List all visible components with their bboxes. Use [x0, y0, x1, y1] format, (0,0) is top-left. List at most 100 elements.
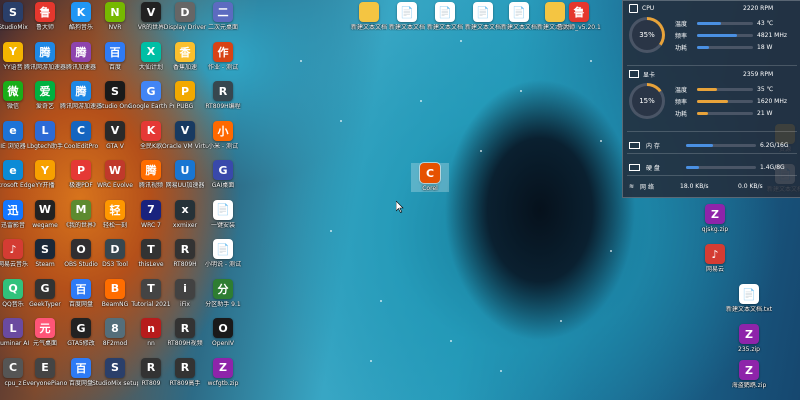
- cpu-title: CPU: [642, 4, 655, 12]
- metric-bar: [697, 99, 753, 103]
- desktop-icon-57[interactable]: i iFix: [166, 278, 204, 308]
- app-icon: G: [141, 81, 161, 101]
- desktop-icon-62[interactable]: R RT809H编程: [204, 81, 242, 110]
- right-icon-7[interactable]: Z 海盗鹦鹉.zip: [730, 360, 768, 389]
- app-icon: T: [141, 239, 161, 259]
- app-icon: L: [3, 318, 23, 338]
- top-file-icon-2[interactable]: 📄 新建文本文档: [426, 2, 464, 31]
- top-file-icon-1[interactable]: 📄 新建文本文档: [388, 2, 426, 31]
- app-icon: Z: [739, 324, 759, 344]
- desktop-icon-67[interactable]: 分分区助手 9.1: [204, 278, 242, 308]
- network-label: 网 络: [640, 183, 654, 191]
- app-icon: S: [105, 81, 125, 101]
- cpu-section: CPU 2220 RPM 35% 温度 43 ℃ 频率 4821 MHz 功耗 18 W: [623, 1, 800, 63]
- app-icon: 📄: [213, 239, 233, 259]
- desktop-icon-60[interactable]: 二二次元桌面: [204, 2, 242, 31]
- desktop-icon-68[interactable]: O OpenIV: [204, 318, 242, 347]
- icon-label: wcfgtb.zip: [207, 379, 239, 387]
- metric-value: 1620 MHz: [757, 97, 788, 105]
- icon-label: 二次元桌面: [207, 24, 238, 31]
- metric-value: 35 ℃: [757, 85, 774, 93]
- desktop-icon-65[interactable]: 📄 一键安装: [204, 199, 242, 229]
- top-file-icon-0[interactable]: 新建文本文档: [350, 2, 388, 31]
- app-icon: 香: [175, 41, 195, 62]
- metric-label: 功耗: [675, 44, 688, 52]
- app-icon: G: [35, 278, 55, 299]
- app-icon: 腾: [71, 81, 91, 101]
- app-icon: D: [175, 2, 195, 22]
- app-icon: Y: [3, 41, 23, 62]
- app-icon: 鲁: [569, 2, 589, 22]
- desktop-icon-51[interactable]: 香香蕉加速: [166, 41, 204, 71]
- icon-label: Corel: [422, 185, 438, 192]
- gpu-section: 显卡 2359 RPM 15% 温度 35 ℃ 频率 1620 MHz 功耗 21 W: [623, 67, 800, 129]
- icon-label: 235.zip: [738, 346, 760, 353]
- memory-bar: [686, 143, 756, 147]
- desktop-icon-59[interactable]: R RT809高手: [166, 357, 204, 387]
- desktop-icon-50[interactable]: D Display Driver: [164, 2, 206, 31]
- metric-bar: [697, 111, 753, 115]
- icon-label: 网易云: [705, 266, 724, 273]
- network-row: ≋ 网 络 18.0 KB/s 0.0 KB/s: [629, 182, 795, 191]
- memory-icon: [629, 141, 640, 149]
- app-icon: R: [175, 239, 195, 259]
- star: [460, 40, 462, 42]
- metric-label: 温度: [675, 86, 688, 94]
- icon-label: 作业 - 测试: [208, 63, 238, 71]
- desktop-icon-53[interactable]: VOracle VM VirtualBox: [162, 120, 208, 150]
- metric-label: 功耗: [675, 110, 688, 118]
- desktop-icon-69[interactable]: Zwcfgtb.zip: [204, 357, 242, 387]
- metric-bar: [697, 21, 753, 25]
- mouse-cursor-icon: [396, 201, 404, 213]
- network-up: 0.0 KB/s: [738, 182, 763, 190]
- metric-label: 频率: [675, 32, 688, 40]
- star: [590, 60, 592, 62]
- star: [600, 140, 602, 142]
- right-icon-6[interactable]: Z 235.zip: [730, 324, 768, 353]
- right-icon-0[interactable]: 鲁鲁大师_v5.20.1: [557, 2, 601, 31]
- gpu-usage-gauge: 15%: [629, 83, 665, 119]
- desktop-icon-61[interactable]: 作作业 - 测试: [204, 41, 242, 71]
- desktop-icon-63[interactable]: 小小米 - 测试: [204, 120, 242, 150]
- system-monitor-widget: CPU 2220 RPM 35% 温度 43 ℃ 频率 4821 MHz 功耗 18 W …: [622, 0, 800, 198]
- app-icon: B: [105, 278, 125, 299]
- app-icon: i: [175, 278, 195, 299]
- app-icon: 📄: [509, 2, 529, 22]
- right-icon-3[interactable]: Zqjskg.zip: [696, 204, 734, 233]
- icon-label: RT809H编程: [205, 103, 241, 110]
- app-icon: 百: [105, 41, 125, 62]
- right-icon-5[interactable]: 📄 新建文本文档.txt: [726, 284, 772, 313]
- memory-value: 6.2G/16G: [760, 141, 789, 149]
- icon-label: OpenIV: [212, 340, 234, 347]
- app-icon: K: [141, 120, 161, 141]
- desktop-icon-66[interactable]: 📄 小明说 - 测试: [204, 239, 242, 268]
- icon-label: 分区助手 9.1: [205, 300, 241, 308]
- app-icon: C: [419, 162, 441, 184]
- desktop-icon-55[interactable]: x xxmixer: [166, 199, 204, 229]
- metric-row: 温度 43 ℃: [675, 19, 797, 28]
- app-icon: V: [105, 120, 125, 141]
- right-icon-4[interactable]: ♪ 网易云: [696, 244, 734, 273]
- metric-label: 温度: [675, 20, 688, 28]
- chip-icon: [629, 3, 638, 13]
- desktop-icon-58[interactable]: R RT809H视频: [166, 318, 204, 347]
- gpu-title: 显卡: [643, 71, 656, 79]
- divider: [627, 153, 797, 154]
- icon-label: 海盗鹦鹉.zip: [731, 382, 767, 389]
- icon-label: 一键安装: [210, 221, 235, 229]
- desktop-icon-64[interactable]: G GAI桌面: [204, 160, 242, 189]
- app-icon: R: [141, 357, 161, 378]
- app-icon: 📄: [213, 199, 233, 220]
- icon-label: 新建文本文档.txt: [726, 306, 772, 313]
- desktop-icon-54[interactable]: U 网易UU加速器: [166, 160, 204, 189]
- app-icon: X: [141, 41, 161, 62]
- selected-desktop-icon[interactable]: C Corel: [411, 162, 449, 192]
- gpu-icon: [629, 70, 639, 78]
- cpu-usage-value: 35%: [639, 31, 655, 39]
- metric-bar: [697, 87, 753, 91]
- app-icon: ♪: [705, 244, 725, 264]
- desktop-icon-52[interactable]: P PUBG: [166, 81, 204, 110]
- star: [380, 300, 382, 302]
- desktop-icon-56[interactable]: R RT809H: [166, 239, 204, 268]
- wifi-icon: ≋: [629, 182, 635, 190]
